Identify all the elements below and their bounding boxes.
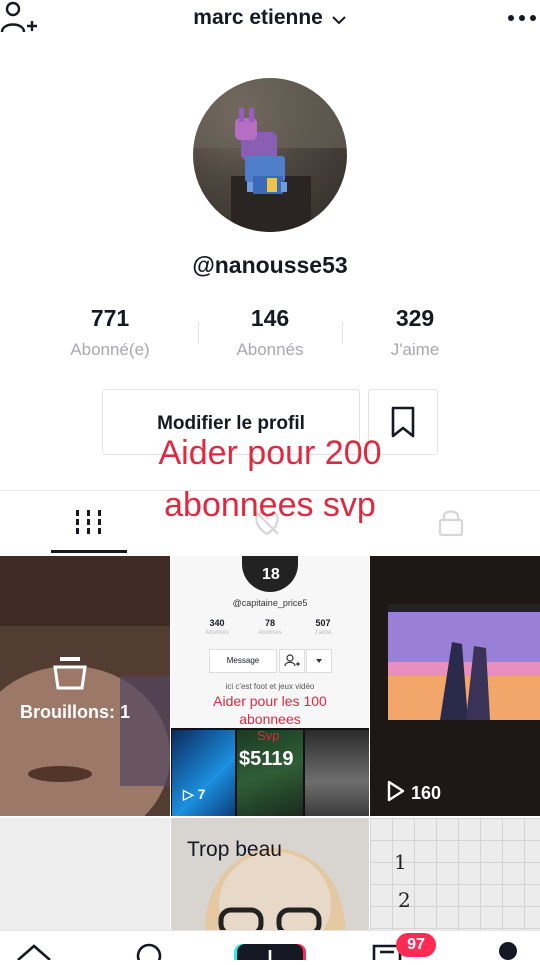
more-options-icon[interactable] — [505, 10, 539, 26]
active-tab-indicator — [51, 550, 127, 553]
inner-username: @capitaine_price5 — [232, 598, 308, 608]
handwritten-number: 1 — [394, 850, 407, 874]
overlay-caption-line1: Aider pour 200 — [158, 434, 382, 472]
stat-followers-label: Abonnés — [236, 340, 304, 359]
inner-avatar: 18 — [242, 556, 298, 592]
inner-stat-label: J'aime — [314, 630, 332, 636]
inner-thumb-text: Svp — [257, 728, 280, 743]
inner-caption: Aider pour les 100 — [213, 693, 327, 709]
play-icon — [387, 780, 405, 802]
stat-likes-value: 329 — [395, 305, 435, 331]
stat-following-value: 771 — [90, 305, 130, 331]
stat-likes[interactable]: 329 J'aime — [335, 305, 495, 360]
inner-stat-label: Abonnés — [258, 630, 282, 636]
video-tile[interactable]: 18 @capitaine_price5 340 Abonnés 78 Abon… — [171, 556, 369, 816]
inner-add-friend-icon — [279, 649, 305, 673]
home-icon[interactable] — [14, 940, 54, 961]
inner-thumb — [172, 730, 235, 816]
inner-caption: abonnees — [239, 711, 301, 727]
inner-stat-value: 78 — [264, 618, 275, 628]
stat-followers[interactable]: 146 Abonnés — [190, 305, 350, 360]
profile-me-icon[interactable] — [497, 940, 519, 960]
drafts-label: Brouillons: 1 — [19, 702, 130, 722]
inner-stat-value: 507 — [315, 618, 331, 628]
inner-video-grid: ▷ 7 Svp $5119 — [171, 728, 369, 816]
video-views: 160 — [386, 780, 441, 804]
inner-thumb-views: ▷ 7 — [183, 786, 206, 802]
create-button[interactable] — [234, 940, 306, 965]
inner-bio: ici c'est foot et jeux vidéo — [225, 682, 315, 691]
account-switcher[interactable]: marc etienne — [0, 6, 540, 30]
avatar[interactable] — [193, 78, 347, 232]
video-caption: Trop beau — [187, 838, 282, 861]
inner-message-button: Message — [209, 649, 277, 673]
inner-thumb-money: $5119 — [239, 748, 294, 770]
chevron-down-icon — [331, 10, 347, 26]
profile-username: @nanousse53 — [192, 252, 348, 278]
handwritten-number: 2 — [398, 888, 411, 912]
inbox-badge: 97 — [396, 933, 436, 957]
overlay-caption-line2: abonnees svp — [164, 486, 376, 524]
drafts-icon — [52, 655, 88, 691]
stat-likes-label: J'aime — [390, 340, 440, 359]
video-tile[interactable] — [370, 556, 540, 816]
stat-following[interactable]: 771 Abonné(e) — [30, 305, 190, 360]
video-thumbnail — [370, 556, 540, 816]
inner-stat-value: 340 — [209, 618, 225, 628]
inner-thumb — [305, 730, 369, 816]
discover-search-icon[interactable] — [132, 940, 166, 965]
stat-followers-value: 146 — [250, 305, 290, 331]
inner-dropdown-icon — [306, 649, 332, 673]
inner-stat-label: Abonnés — [205, 630, 229, 636]
stat-following-label: Abonné(e) — [70, 340, 150, 359]
profile-name-title: marc etienne — [193, 6, 323, 29]
